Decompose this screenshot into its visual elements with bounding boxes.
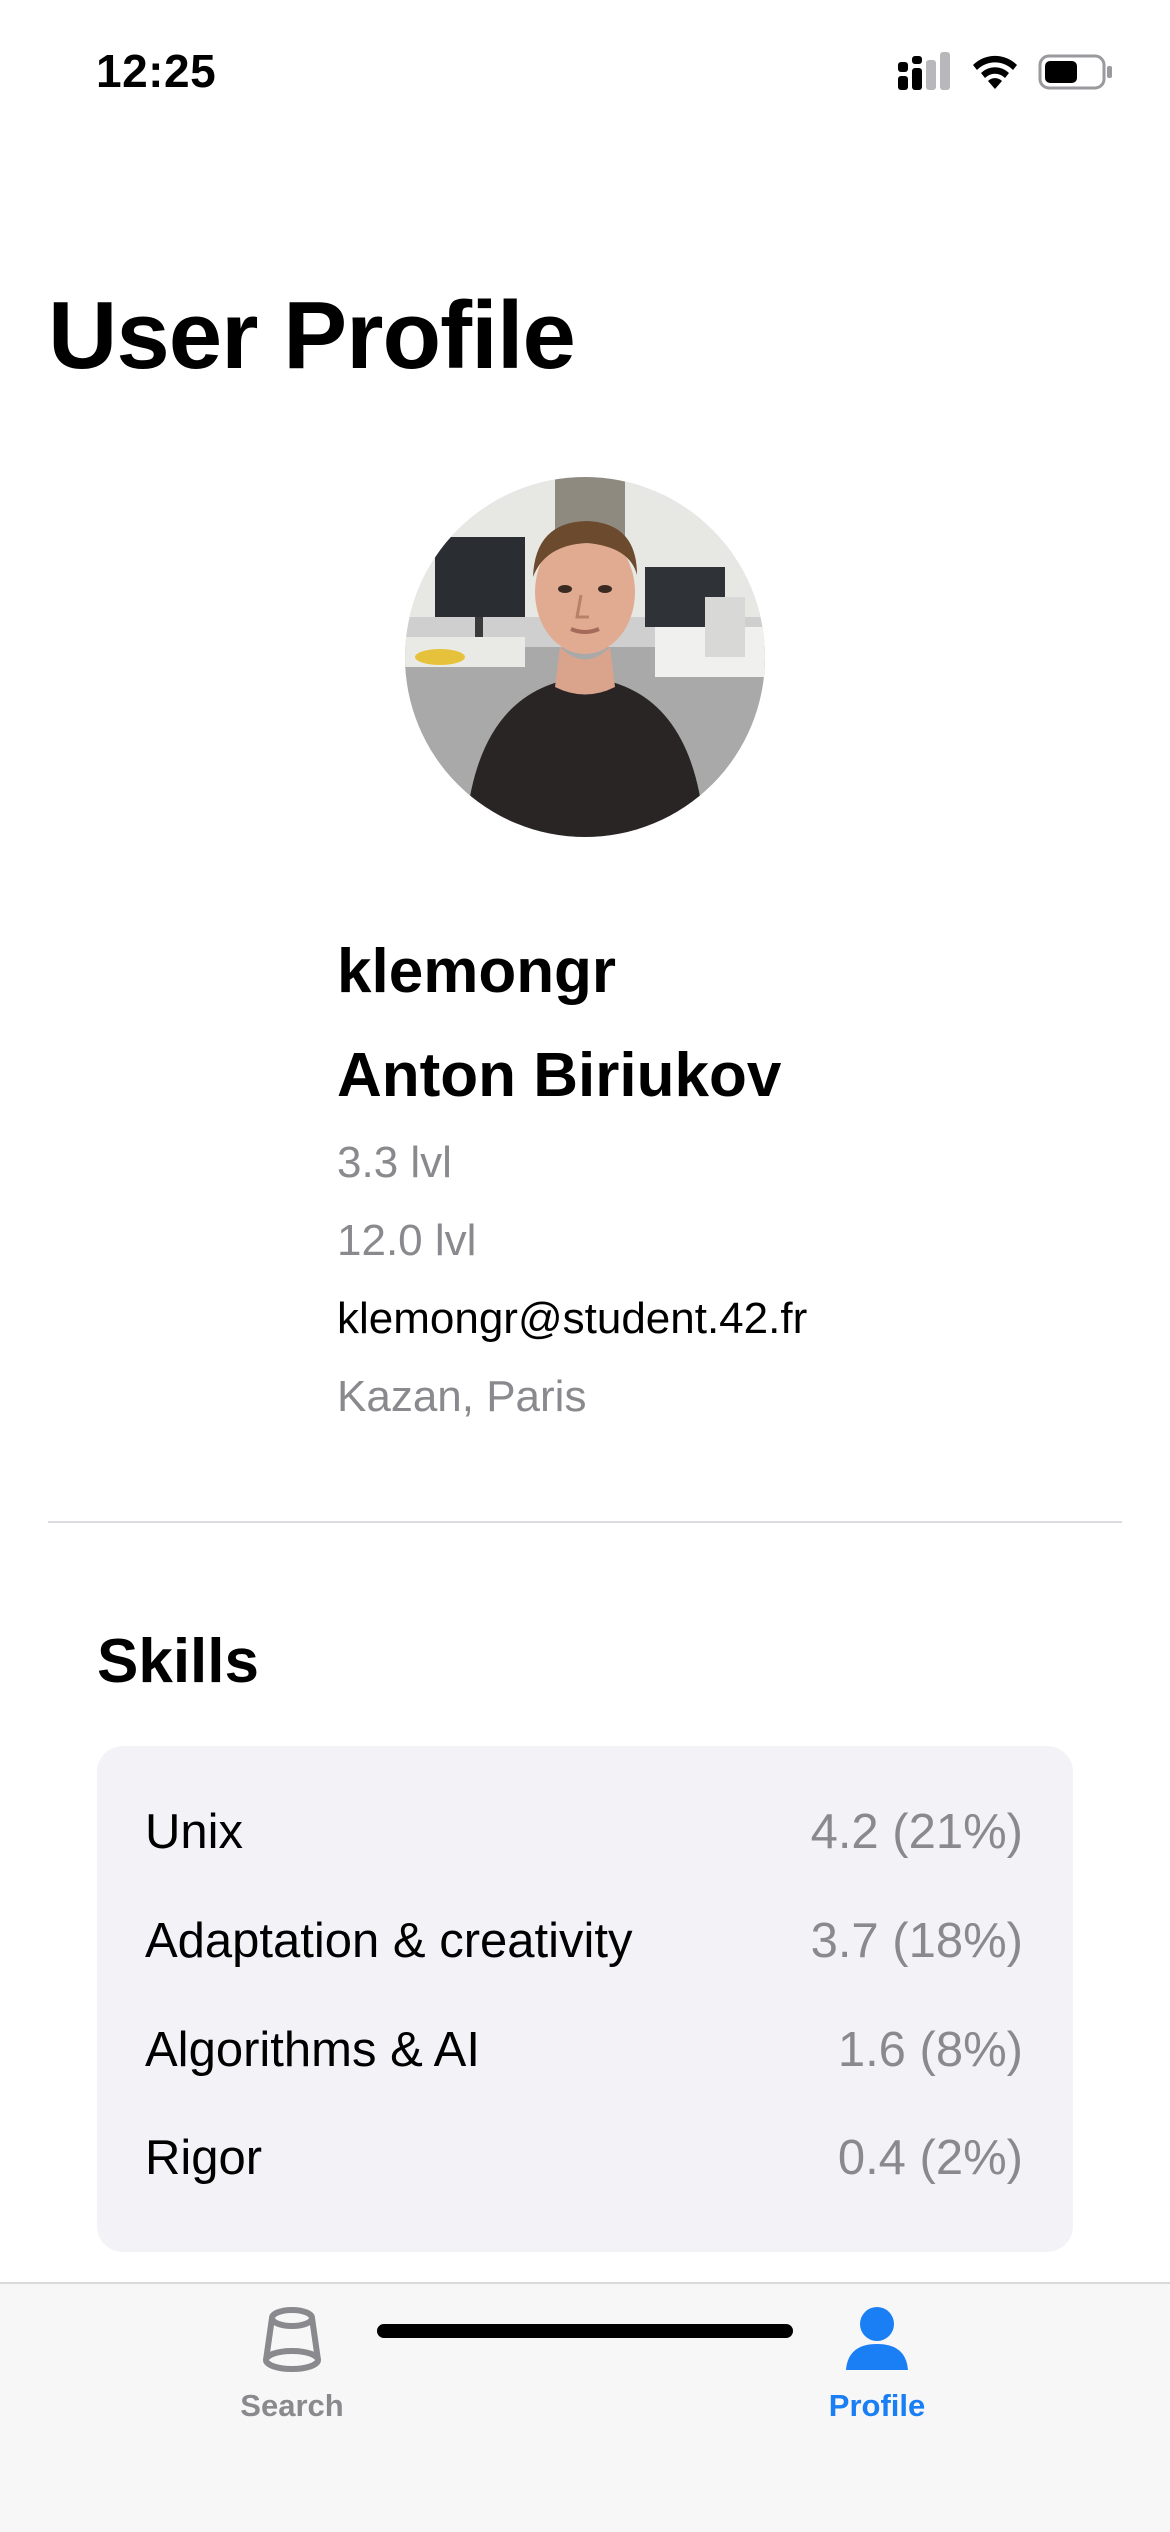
skill-value: 4.2 (21%) bbox=[810, 1805, 1023, 1859]
tab-bar: Search Profile bbox=[0, 2282, 1170, 2532]
profile-level-secondary: 12.0 lvl bbox=[337, 1216, 477, 1265]
skill-row: Adaptation & creativity 3.7 (18%) bbox=[145, 1911, 1023, 1971]
skill-name: Rigor bbox=[145, 2131, 263, 2185]
skills-title: Skills bbox=[97, 1627, 259, 1696]
tab-profile-label: Profile bbox=[828, 2388, 926, 2423]
status-time: 12:25 bbox=[96, 45, 217, 97]
wifi-icon bbox=[973, 55, 1017, 89]
profile-email[interactable]: klemongr@student.42.fr bbox=[337, 1294, 807, 1344]
profile-login: klemongr bbox=[337, 937, 617, 1006]
battery-icon bbox=[1038, 54, 1112, 90]
skills-list: Unix 4.2 (21%) Adaptation & creativity 3… bbox=[97, 1746, 1073, 2252]
status-icons bbox=[896, 52, 1114, 92]
profile-level: 3.3 lvl bbox=[337, 1138, 452, 1187]
person-icon bbox=[846, 2307, 908, 2370]
skill-value: 1.6 (8%) bbox=[837, 2023, 1023, 2077]
skill-row: Rigor 0.4 (2%) bbox=[145, 2128, 1023, 2188]
skill-name: Unix bbox=[145, 1805, 244, 1859]
skill-value: 0.4 (2%) bbox=[837, 2131, 1023, 2185]
skill-name: Adaptation & creativity bbox=[145, 1914, 633, 1968]
divider bbox=[48, 1521, 1122, 1523]
skill-row: Unix 4.2 (21%) bbox=[145, 1802, 1023, 1862]
cellular-signal-icon bbox=[898, 52, 950, 90]
search-tab-icon bbox=[263, 2307, 321, 2372]
home-indicator bbox=[377, 2324, 793, 2338]
page-title: User Profile bbox=[48, 282, 576, 389]
skill-value: 3.7 (18%) bbox=[810, 1914, 1023, 1968]
profile-screen: 12:25 User Profile klemongr Anton Biriuk… bbox=[0, 0, 1170, 2532]
profile-location: Kazan, Paris bbox=[337, 1372, 587, 1421]
avatar-photo bbox=[405, 477, 765, 837]
skill-name: Algorithms & AI bbox=[145, 2023, 480, 2077]
skill-row: Algorithms & AI 1.6 (8%) bbox=[145, 2020, 1023, 2080]
profile-full-name: Anton Biriukov bbox=[337, 1041, 782, 1110]
avatar bbox=[405, 477, 765, 837]
tab-search-label: Search bbox=[240, 2388, 344, 2423]
